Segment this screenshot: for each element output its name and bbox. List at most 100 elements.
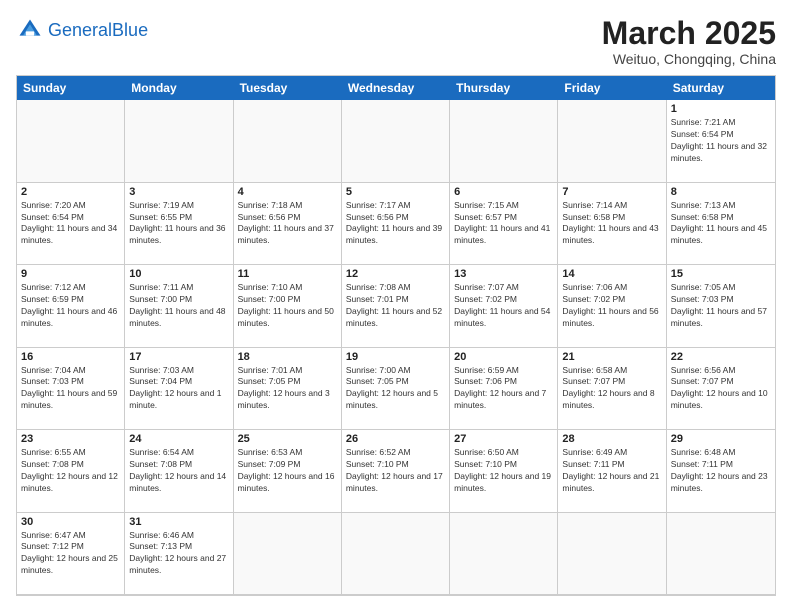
day-header-saturday: Saturday (667, 76, 775, 100)
day-number: 20 (454, 351, 553, 363)
empty-cell (342, 100, 450, 182)
day-number: 22 (671, 351, 771, 363)
sun-info: Sunrise: 7:21 AMSunset: 6:54 PMDaylight:… (671, 117, 771, 165)
day-cell-5: 5 Sunrise: 7:17 AMSunset: 6:56 PMDaylight… (342, 183, 450, 265)
day-cell-4: 4 Sunrise: 7:18 AMSunset: 6:56 PMDaylight… (234, 183, 342, 265)
sun-info: Sunrise: 6:55 AMSunset: 7:08 PMDaylight:… (21, 447, 120, 495)
day-number: 18 (238, 351, 337, 363)
sun-info: Sunrise: 6:52 AMSunset: 7:10 PMDaylight:… (346, 447, 445, 495)
empty-cell (558, 100, 666, 182)
sun-info: Sunrise: 7:17 AMSunset: 6:56 PMDaylight:… (346, 200, 445, 248)
sun-info: Sunrise: 7:01 AMSunset: 7:05 PMDaylight:… (238, 365, 337, 413)
day-cell-2: 2Sunrise: 7:20 AMSunset: 6:54 PMDaylight… (17, 183, 125, 265)
sun-info: Sunrise: 6:50 AMSunset: 7:10 PMDaylight:… (454, 447, 553, 495)
day-cell-22: 22 Sunrise: 6:56 AMSunset: 7:07 PMDayligh… (667, 348, 775, 430)
day-number: 16 (21, 351, 120, 363)
day-header-monday: Monday (125, 76, 233, 100)
empty-cell (125, 100, 233, 182)
empty-cell (234, 513, 342, 595)
day-header-thursday: Thursday (450, 76, 558, 100)
sun-info: Sunrise: 6:56 AMSunset: 7:07 PMDaylight:… (671, 365, 771, 413)
empty-cell (667, 513, 775, 595)
sun-info: Sunrise: 7:10 AMSunset: 7:00 PMDaylight:… (238, 282, 337, 330)
sun-info: Sunrise: 6:53 AMSunset: 7:09 PMDaylight:… (238, 447, 337, 495)
sun-info: Sunrise: 7:12 AMSunset: 6:59 PMDaylight:… (21, 282, 120, 330)
day-number: 28 (562, 433, 661, 445)
empty-cell (342, 513, 450, 595)
sun-info: Sunrise: 6:46 AMSunset: 7:13 PMDaylight:… (129, 530, 228, 578)
day-cell-18: 18 Sunrise: 7:01 AMSunset: 7:05 PMDayligh… (234, 348, 342, 430)
day-number: 5 (346, 186, 445, 198)
day-cell-28: 28Sunrise: 6:49 AMSunset: 7:11 PMDayligh… (558, 430, 666, 512)
sun-info: Sunrise: 7:15 AMSunset: 6:57 PMDaylight:… (454, 200, 553, 248)
day-cell-30: 30 Sunrise: 6:47 AMSunset: 7:12 PMDayligh… (17, 513, 125, 595)
day-number: 9 (21, 268, 120, 280)
logo: GeneralBlue (16, 16, 148, 44)
day-number: 29 (671, 433, 771, 445)
calendar: SundayMondayTuesdayWednesdayThursdayFrid… (16, 75, 776, 596)
day-number: 12 (346, 268, 445, 280)
day-cell-11: 11 Sunrise: 7:10 AMSunset: 7:00 PMDayligh… (234, 265, 342, 347)
day-cell-12: 12Sunrise: 7:08 AMSunset: 7:01 PMDayligh… (342, 265, 450, 347)
day-cell-17: 17Sunrise: 7:03 AMSunset: 7:04 PMDayligh… (125, 348, 233, 430)
sun-info: Sunrise: 7:03 AMSunset: 7:04 PMDaylight:… (129, 365, 228, 413)
empty-cell (450, 100, 558, 182)
day-cell-31: 31 Sunrise: 6:46 AMSunset: 7:13 PMDayligh… (125, 513, 233, 595)
sun-info: Sunrise: 7:11 AMSunset: 7:00 PMDaylight:… (129, 282, 228, 330)
sun-info: Sunrise: 7:00 AMSunset: 7:05 PMDaylight:… (346, 365, 445, 413)
day-number: 7 (562, 186, 661, 198)
day-cell-16: 16 Sunrise: 7:04 AMSunset: 7:03 PMDayligh… (17, 348, 125, 430)
logo-text: GeneralBlue (48, 21, 148, 39)
day-cell-19: 19 Sunrise: 7:00 AMSunset: 7:05 PMDayligh… (342, 348, 450, 430)
day-number: 21 (562, 351, 661, 363)
day-number: 6 (454, 186, 553, 198)
title-block: March 2025 Weituo, Chongqing, China (602, 16, 776, 67)
day-cell-3: 3Sunrise: 7:19 AMSunset: 6:55 PMDaylight… (125, 183, 233, 265)
sun-info: Sunrise: 7:18 AMSunset: 6:56 PMDaylight:… (238, 200, 337, 248)
day-cell-1: 1Sunrise: 7:21 AMSunset: 6:54 PMDaylight… (667, 100, 775, 182)
sun-info: Sunrise: 7:04 AMSunset: 7:03 PMDaylight:… (21, 365, 120, 413)
day-number: 4 (238, 186, 337, 198)
empty-cell (17, 100, 125, 182)
day-cell-26: 26Sunrise: 6:52 AMSunset: 7:10 PMDayligh… (342, 430, 450, 512)
day-cell-24: 24 Sunrise: 6:54 AMSunset: 7:08 PMDayligh… (125, 430, 233, 512)
day-number: 27 (454, 433, 553, 445)
day-cell-8: 8 Sunrise: 7:13 AMSunset: 6:58 PMDaylight… (667, 183, 775, 265)
day-number: 14 (562, 268, 661, 280)
page: GeneralBlue March 2025 Weituo, Chongqing… (0, 0, 792, 612)
day-cell-23: 23Sunrise: 6:55 AMSunset: 7:08 PMDayligh… (17, 430, 125, 512)
sun-info: Sunrise: 7:05 AMSunset: 7:03 PMDaylight:… (671, 282, 771, 330)
sun-info: Sunrise: 6:54 AMSunset: 7:08 PMDaylight:… (129, 447, 228, 495)
sun-info: Sunrise: 7:14 AMSunset: 6:58 PMDaylight:… (562, 200, 661, 248)
empty-cell (450, 513, 558, 595)
day-number: 8 (671, 186, 771, 198)
day-number: 24 (129, 433, 228, 445)
day-number: 30 (21, 516, 120, 528)
header: GeneralBlue March 2025 Weituo, Chongqing… (16, 16, 776, 67)
sun-info: Sunrise: 7:20 AMSunset: 6:54 PMDaylight:… (21, 200, 120, 248)
empty-cell (558, 513, 666, 595)
day-number: 15 (671, 268, 771, 280)
day-cell-29: 29Sunrise: 6:48 AMSunset: 7:11 PMDayligh… (667, 430, 775, 512)
day-header-tuesday: Tuesday (234, 76, 342, 100)
day-cell-20: 20 Sunrise: 6:59 AMSunset: 7:06 PMDayligh… (450, 348, 558, 430)
logo-general: General (48, 20, 112, 40)
sun-info: Sunrise: 7:19 AMSunset: 6:55 PMDaylight:… (129, 200, 228, 248)
day-number: 11 (238, 268, 337, 280)
day-number: 25 (238, 433, 337, 445)
day-header-friday: Friday (558, 76, 666, 100)
day-cell-25: 25 Sunrise: 6:53 AMSunset: 7:09 PMDayligh… (234, 430, 342, 512)
sun-info: Sunrise: 6:47 AMSunset: 7:12 PMDaylight:… (21, 530, 120, 578)
month-title: March 2025 (602, 16, 776, 51)
day-cell-7: 7 Sunrise: 7:14 AMSunset: 6:58 PMDaylight… (558, 183, 666, 265)
empty-cell (234, 100, 342, 182)
sun-info: Sunrise: 6:59 AMSunset: 7:06 PMDaylight:… (454, 365, 553, 413)
calendar-grid: 1Sunrise: 7:21 AMSunset: 6:54 PMDaylight… (17, 100, 775, 595)
day-number: 31 (129, 516, 228, 528)
sun-info: Sunrise: 7:07 AMSunset: 7:02 PMDaylight:… (454, 282, 553, 330)
sun-info: Sunrise: 7:13 AMSunset: 6:58 PMDaylight:… (671, 200, 771, 248)
location: Weituo, Chongqing, China (602, 51, 776, 67)
day-cell-9: 9 Sunrise: 7:12 AMSunset: 6:59 PMDaylight… (17, 265, 125, 347)
day-header-wednesday: Wednesday (342, 76, 450, 100)
day-number: 19 (346, 351, 445, 363)
